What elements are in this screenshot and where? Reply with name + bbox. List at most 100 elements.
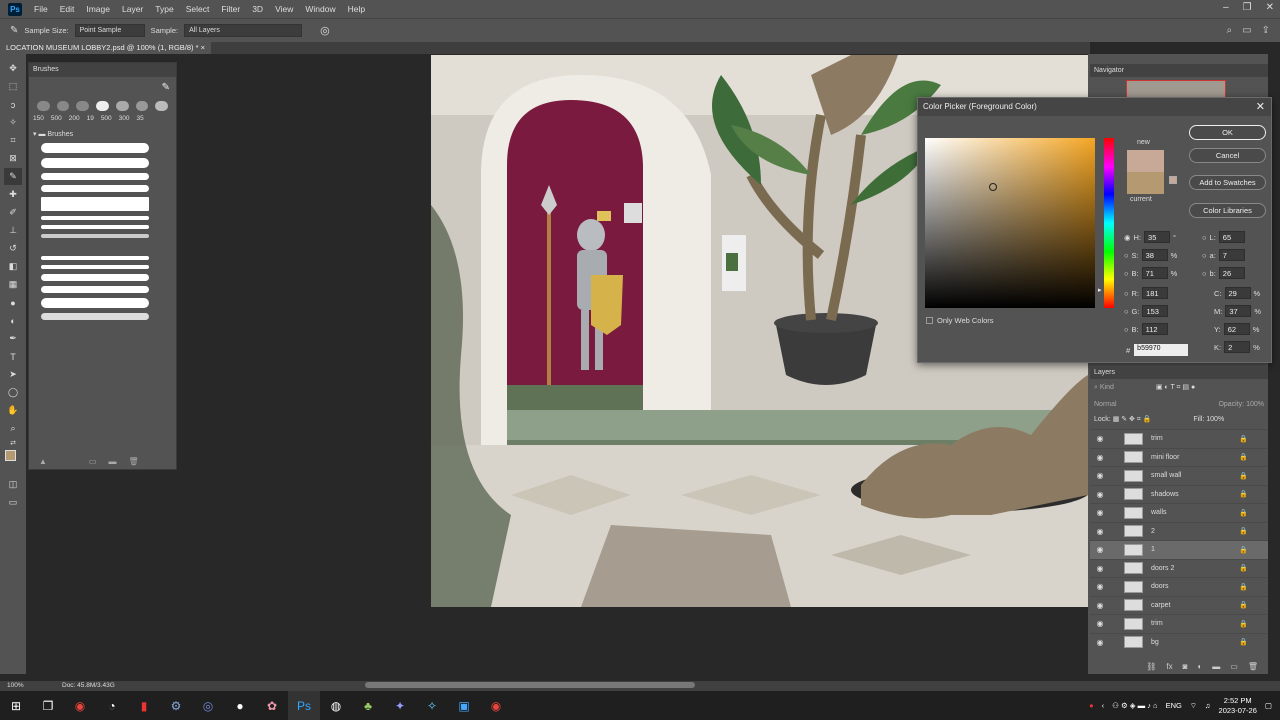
fx-icon[interactable]: fx [1166, 662, 1172, 671]
lock-icons[interactable]: ▦ ✎ ✥ ⌗ 🔒 [1113, 416, 1152, 423]
create-brush-icon[interactable]: ▭ [89, 457, 97, 466]
menu-view[interactable]: View [269, 4, 299, 14]
out-of-gamut-icon[interactable] [1169, 176, 1177, 184]
visibility-eye-icon[interactable]: ◉ [1093, 453, 1107, 462]
clock[interactable]: 2:52 PM 2023-07-26 [1219, 696, 1257, 716]
visibility-eye-icon[interactable]: ◉ [1093, 582, 1107, 591]
cancel-button[interactable]: Cancel [1189, 148, 1266, 163]
current-color-swatch[interactable] [1127, 172, 1164, 194]
visibility-eye-icon[interactable]: ◉ [1093, 471, 1107, 480]
zoom-tool-icon[interactable]: ⌕ [4, 420, 22, 437]
brush-stroke-preview[interactable] [41, 234, 149, 238]
tray-icons[interactable]: ⚇ ⚙ ◈ ▬ ♪ ⌂ [1112, 701, 1157, 710]
layer-row[interactable]: ◉ bg 🔒 [1090, 632, 1268, 652]
sampling-ring-icon[interactable]: ◎ [320, 24, 330, 37]
visibility-eye-icon[interactable]: ◉ [1093, 527, 1107, 536]
color-field-cursor[interactable] [989, 183, 997, 191]
sample-size-select[interactable]: Point Sample [74, 24, 145, 37]
menu-edit[interactable]: Edit [54, 4, 81, 14]
blur-tool-icon[interactable]: ● [4, 294, 22, 311]
preset-dot[interactable] [76, 101, 90, 111]
brush-stroke-preview[interactable] [41, 274, 149, 281]
visibility-eye-icon[interactable]: ◉ [1093, 619, 1107, 628]
only-web-colors-option[interactable]: Only Web Colors [926, 316, 994, 325]
shape-tool-icon[interactable]: ◯ [4, 384, 22, 401]
brush-stroke-preview[interactable] [41, 225, 149, 229]
crop-tool-icon[interactable]: ⌗ [4, 132, 22, 149]
globe-app-icon[interactable]: ◍ [320, 691, 352, 720]
minimize-icon[interactable]: – [1223, 2, 1229, 13]
search-icon[interactable]: ⌕ [1227, 25, 1233, 36]
healing-tool-icon[interactable]: ✚ [4, 186, 22, 203]
chrome-icon[interactable]: ◉ [64, 691, 96, 720]
hue-slider-arrow-icon[interactable]: ▸ [1098, 286, 1102, 294]
brush-size-slider-area[interactable]: ✎ [29, 77, 176, 99]
close-icon[interactable]: ✕ [1266, 2, 1274, 13]
layer-row[interactable]: ◉ trim 🔒 [1090, 614, 1268, 633]
type-tool-icon[interactable]: T [4, 348, 22, 365]
frame-tool-icon[interactable]: ⊠ [4, 150, 22, 167]
hand-tool-icon[interactable]: ✋ [4, 402, 22, 419]
color-field[interactable] [925, 138, 1095, 308]
new-group-icon[interactable]: ▬ [108, 457, 116, 466]
pen-tool-icon[interactable]: ✒ [4, 330, 22, 347]
visibility-eye-icon[interactable]: ◉ [1093, 434, 1107, 443]
close-tab-icon[interactable]: × [201, 43, 205, 52]
lasso-tool-icon[interactable]: ↄ [4, 96, 22, 113]
fill-input[interactable]: 100% [1206, 416, 1224, 423]
layer-row[interactable]: ◉ carpet 🔒 [1090, 595, 1268, 615]
ok-button[interactable]: OK [1189, 125, 1266, 140]
hex-input[interactable]: b59970 [1134, 344, 1189, 356]
radio-icon[interactable]: ○ [1124, 325, 1129, 334]
layer-row[interactable]: ◉ walls 🔒 [1090, 503, 1268, 522]
eyedropper-tool-icon[interactable]: ✎ [4, 168, 22, 185]
marquee-tool-icon[interactable]: ⬚ [4, 78, 22, 95]
monitor-app-icon[interactable]: ▣ [448, 691, 480, 720]
menu-type[interactable]: Type [149, 4, 179, 14]
visibility-eye-icon[interactable]: ◉ [1093, 545, 1107, 554]
preset-dot[interactable] [96, 101, 109, 111]
brush-slider-icon[interactable]: ▲ [39, 457, 47, 466]
only-web-colors-checkbox[interactable] [926, 317, 933, 324]
adjustment-layer-icon[interactable]: ◐ [1197, 662, 1202, 671]
brush-stroke-preview[interactable] [41, 158, 149, 168]
zoom-level[interactable]: 100% [7, 682, 24, 689]
share-icon[interactable]: ⇪ [1262, 25, 1270, 36]
horizontal-scrollbar[interactable] [365, 682, 695, 688]
visibility-eye-icon[interactable]: ◉ [1093, 490, 1107, 499]
visibility-eye-icon[interactable]: ◉ [1093, 638, 1107, 647]
layer-filter-row[interactable]: ⌕ Kind ▣ ◐ T ⌗ ▤ ● [1094, 383, 1264, 397]
radio-icon[interactable]: ○ [1202, 233, 1207, 242]
restore-icon[interactable]: ❐ [1243, 2, 1252, 13]
chevron-icon[interactable]: ‹ [1102, 701, 1105, 710]
paint-app-icon[interactable]: ✿ [256, 691, 288, 720]
layer-row[interactable]: ◉ mini floor 🔒 [1090, 447, 1268, 467]
wifi-icon[interactable]: ⌔ [1190, 701, 1197, 711]
preset-dot[interactable] [37, 101, 50, 111]
layer-row[interactable]: ◉ doors 🔒 [1090, 577, 1268, 596]
visibility-eye-icon[interactable]: ◉ [1093, 508, 1107, 517]
add-mask-icon[interactable]: ◙ [1183, 662, 1188, 671]
path-select-tool-icon[interactable]: ➤ [4, 366, 22, 383]
brush-tool-icon[interactable]: ✐ [4, 204, 22, 221]
github-icon[interactable]: ● [224, 691, 256, 720]
move-tool-icon[interactable]: ✥ [4, 60, 22, 77]
gradient-tool-icon[interactable]: ▦ [4, 276, 22, 293]
preset-dot[interactable] [115, 101, 129, 111]
radio-icon[interactable]: ○ [1124, 251, 1129, 260]
hue-input[interactable]: 35 [1144, 231, 1171, 243]
radio-icon[interactable]: ○ [1124, 307, 1129, 316]
brush-stroke-preview[interactable] [41, 185, 149, 192]
color-libraries-button[interactable]: Color Libraries [1189, 203, 1266, 218]
brush-stroke-preview[interactable] [41, 313, 149, 320]
visibility-eye-icon[interactable]: ◉ [1093, 601, 1107, 610]
radio-icon[interactable]: ○ [1202, 251, 1207, 260]
green-input[interactable]: 153 [1142, 305, 1169, 317]
notification-icon[interactable]: ▢ [1265, 701, 1272, 710]
a-input[interactable]: 7 [1218, 249, 1245, 261]
hue-slider[interactable] [1104, 138, 1114, 308]
document-tab[interactable]: LOCATION MUSEUM LOBBY2.psd @ 100% (1, RG… [0, 42, 212, 54]
steam-icon[interactable]: ⚙ [160, 691, 192, 720]
screen-mode-icon[interactable]: ▭ [4, 494, 22, 511]
visibility-eye-icon[interactable]: ◉ [1093, 564, 1107, 573]
